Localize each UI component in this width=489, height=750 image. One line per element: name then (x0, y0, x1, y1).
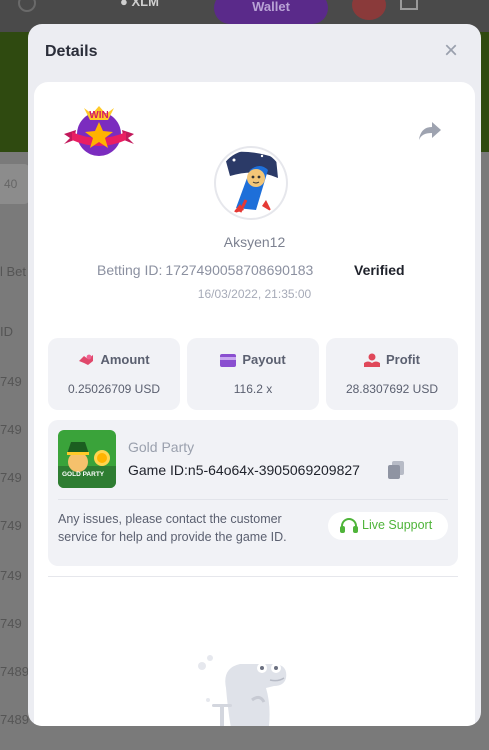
filter-chip[interactable]: 40 (0, 164, 30, 204)
betting-id-label: Betting ID: (97, 262, 163, 278)
stat-profit-label: Profit (386, 352, 420, 367)
svg-text:WIN: WIN (89, 110, 108, 121)
side-text: ID (0, 324, 13, 339)
user-avatar (216, 148, 286, 218)
game-info-box: GOLD PARTY Gold Party Game ID:n5-64o64x-… (48, 420, 458, 566)
stat-amount-value: 0.25026709 USD (67, 382, 161, 396)
side-text: 749 (0, 568, 22, 583)
stat-amount: Amount 0.25026709 USD (48, 338, 180, 410)
details-modal: Details × WIN Aksyen12 Betting ID: 17274… (28, 24, 481, 726)
side-text: 7489 (0, 664, 29, 679)
live-support-button[interactable]: Live Support (328, 512, 448, 540)
side-text: 749 (0, 470, 22, 485)
stat-payout-value: 116.2 x (233, 382, 273, 396)
profit-icon (364, 353, 381, 367)
copy-icon[interactable] (388, 461, 404, 479)
stat-payout-label: Payout (242, 352, 286, 367)
modal-header: Details × (28, 24, 481, 82)
game-id-value: n5-64o64x-3905069209827 (187, 462, 360, 478)
modal-title: Details (45, 43, 98, 60)
stat-profit: Profit 28.8307692 USD (326, 338, 458, 410)
search-icon[interactable] (18, 0, 36, 12)
bet-details-card: WIN Aksyen12 Betting ID: 172749005870869… (34, 82, 475, 726)
game-name[interactable]: Gold Party (128, 439, 194, 455)
username: Aksyen12 (223, 234, 286, 250)
close-button[interactable]: × (440, 37, 462, 64)
share-icon[interactable] (418, 120, 442, 142)
game-thumbnail-image: GOLD PARTY (58, 430, 116, 488)
rocket-doge-icon (218, 150, 284, 216)
stat-profit-value: 28.8307692 USD (345, 382, 439, 396)
stat-payout: Payout 116.2 x (187, 338, 319, 410)
game-thumb-text: GOLD PARTY (62, 471, 105, 478)
divider (58, 499, 448, 500)
user-avatar-small[interactable] (352, 0, 386, 20)
wallet-button[interactable]: Wallet (214, 0, 328, 24)
support-hint-text: Any issues, please contact the customer … (58, 512, 287, 544)
betting-id: Betting ID: 1727490058708690183 (97, 262, 313, 278)
game-id-label: Game ID: (128, 462, 188, 478)
close-icon: × (443, 37, 458, 64)
crocodile-mascot-icon (198, 655, 287, 726)
bet-timestamp: 16/03/2022, 21:35:00 (197, 287, 312, 301)
side-text: 749 (0, 616, 22, 631)
side-text: 7489 (0, 712, 29, 727)
currency-selector[interactable]: ● XLM (120, 0, 159, 9)
live-support-label: Live Support (362, 518, 433, 532)
verified-badge[interactable]: Verified (354, 262, 405, 278)
cart-icon[interactable] (400, 0, 418, 10)
payout-icon (220, 354, 237, 367)
amount-icon (79, 354, 94, 365)
side-text: 749 (0, 374, 22, 389)
game-thumbnail[interactable]: GOLD PARTY (58, 430, 116, 488)
stat-amount-label: Amount (100, 352, 150, 367)
win-badge-icon: WIN (64, 106, 134, 156)
side-text: l Bet (0, 264, 27, 279)
game-id: Game ID:n5-64o64x-3905069209827 (128, 462, 360, 478)
betting-id-value: 1727490058708690183 (165, 262, 314, 278)
headset-icon (340, 518, 358, 533)
side-text: 749 (0, 422, 22, 437)
side-text: 749 (0, 518, 22, 533)
section-separator (48, 576, 458, 577)
